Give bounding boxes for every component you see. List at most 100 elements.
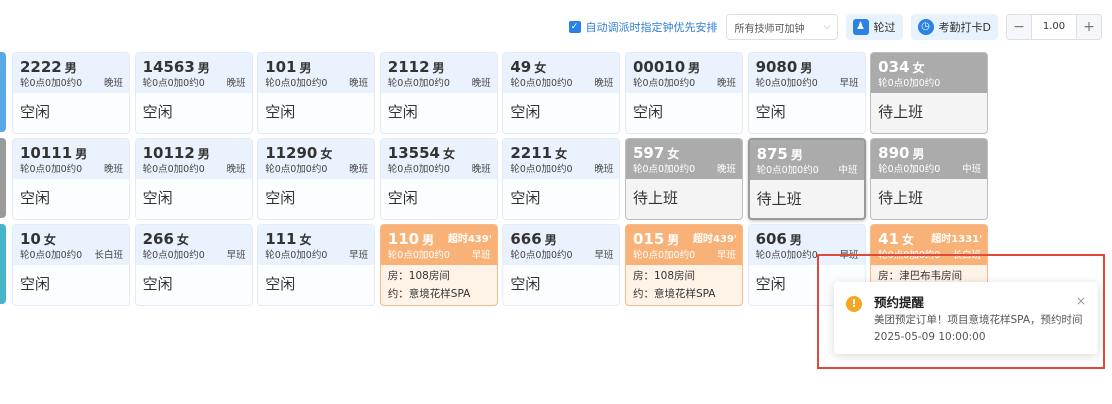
tech-card[interactable]: 11290 女轮0点0加0约0 晚班 空闲 — [257, 138, 376, 220]
tech-card-header: 13554 女轮0点0加0约0 晚班 — [380, 139, 497, 179]
tech-stats: 轮0点0加0约0 — [756, 165, 819, 176]
tech-gender: 男 — [197, 147, 210, 161]
tech-status: 空闲 — [510, 275, 541, 293]
tech-stats: 轮0点0加0约0 — [387, 250, 450, 261]
tech-gender: 女 — [555, 147, 568, 161]
tech-shift: 晚班 — [716, 78, 736, 89]
warning-icon: ! — [846, 296, 862, 312]
tech-card-header: 00010 男轮0点0加0约0 晚班 — [625, 53, 742, 93]
tech-card[interactable]: 266 女轮0点0加0约0 早班 空闲 — [134, 224, 253, 306]
tech-stats: 轮0点0加0约0 — [387, 78, 450, 89]
tech-card[interactable]: 034 女轮0点0加0约0 待上班 — [870, 52, 989, 134]
previous-column-card-edge[interactable] — [0, 138, 6, 218]
tech-number: 101 — [265, 58, 297, 76]
tech-card-header: 11290 女轮0点0加0约0 晚班 — [258, 139, 375, 179]
tech-card[interactable]: 10111 男轮0点0加0约0 晚班 空闲 — [12, 138, 130, 220]
tech-shift: 早班 — [349, 250, 369, 261]
tech-card[interactable]: 2222 男轮0点0加0约0 晚班空闲 — [12, 52, 130, 134]
tech-card[interactable]: 13554 女轮0点0加0约0 晚班 空闲 — [379, 138, 498, 220]
tech-stats: 轮0点0加0约0 — [387, 164, 450, 175]
tech-number: 597 — [632, 144, 665, 162]
tech-gender: 女 — [43, 233, 56, 247]
dispatch-board: ✓ 自动调派时指定钟优先安排 所有技师可加钟 ⌵ ♟ 轮过 ◷ 考勤打卡D − … — [0, 0, 1112, 404]
tech-card-header: 9080 男轮0点0加0约0 早班 — [748, 53, 865, 93]
overtime-badge: 超时1331' — [931, 234, 983, 245]
tech-gender: 男 — [299, 61, 312, 75]
appointment-notification[interactable]: ! 预约提醒 美团预定订单！项目意境花样SPA，预约时间2025-05-09 1… — [834, 282, 1098, 354]
tech-number: 49 — [510, 58, 532, 76]
auto-dispatch-checkbox[interactable]: ✓ — [568, 21, 581, 33]
auto-dispatch-label[interactable]: 自动调派时指定钟优先安排 — [586, 19, 718, 35]
tech-card[interactable]: 666 男轮0点0加0约0 早班 空闲 — [502, 224, 621, 306]
tech-shift: 早班 — [226, 250, 246, 261]
stepper-value[interactable]: 1.00 — [1031, 15, 1077, 39]
tech-number: 13554 — [387, 144, 440, 162]
tech-card[interactable]: 101 男轮0点0加0约0 晚班 空闲 — [257, 52, 376, 134]
stepper-minus-button[interactable]: − — [1007, 15, 1031, 39]
stepper-plus-button[interactable]: + — [1077, 15, 1101, 39]
skip-button[interactable]: ♟ 轮过 — [845, 14, 903, 40]
tech-shift: 中班 — [838, 165, 858, 176]
tech-gender: 男 — [667, 233, 680, 247]
previous-column-card-edge[interactable] — [0, 52, 6, 132]
tech-gender: 男 — [688, 61, 701, 75]
auto-dispatch-option[interactable]: ✓ 自动调派时指定钟优先安排 — [568, 19, 718, 35]
tech-gender: 男 — [422, 233, 435, 247]
user-skip-icon: ♟ — [852, 19, 869, 35]
tech-card-header: 101 男轮0点0加0约0 晚班 — [258, 53, 375, 93]
tech-card[interactable]: 2112 男轮0点0加0约0 晚班 空闲 — [379, 52, 498, 134]
tech-card-header: 49 女轮0点0加0约0 晚班 — [503, 53, 620, 93]
tech-room: 房：108房间 — [387, 270, 450, 282]
tech-card[interactable]: 110 男 超时439' 轮0点0加0约0 早班 房：108房间 约：意境花样SPA — [379, 224, 498, 306]
tech-card[interactable]: 875 男轮0点0加0约0 中班 待上班 — [747, 138, 866, 220]
tech-stats: 轮0点0加0约0 — [265, 250, 328, 261]
tech-gender: 女 — [176, 233, 189, 247]
tech-shift: 晚班 — [226, 164, 246, 175]
tech-status: 空闲 — [387, 189, 418, 207]
previous-column-card-edge[interactable] — [0, 224, 6, 304]
tech-card[interactable]: 14563 男轮0点0加0约0 晚班 空闲 — [134, 52, 253, 134]
tech-card[interactable]: 111 女轮0点0加0约0 早班 空闲 — [257, 224, 376, 306]
overtime-badge: 超时439' — [447, 234, 492, 245]
tech-card[interactable]: 10 女轮0点0加0约0 长白班 空闲 — [12, 224, 130, 306]
tech-shift: 中班 — [962, 164, 982, 175]
tech-card-header: 10 女轮0点0加0约0 长白班 — [13, 225, 129, 265]
tech-card[interactable]: 015 男 超时439' 轮0点0加0约0 早班 房：108房间 约：意境花样SPA — [624, 224, 743, 306]
bottom-toolbar-partial — [0, 397, 1112, 404]
tech-card[interactable]: 9080 男轮0点0加0约0 早班空闲 — [747, 52, 866, 134]
tech-gender: 女 — [534, 61, 547, 75]
tech-shift: 晚班 — [103, 164, 123, 175]
tech-card-header: 111 女轮0点0加0约0 早班 — [258, 225, 375, 265]
tech-card[interactable]: 00010 男轮0点0加0约0 晚班空闲 — [624, 52, 743, 134]
tech-card[interactable]: 890 男轮0点0加0约0 中班 待上班 — [870, 138, 989, 220]
tech-status: 空闲 — [265, 275, 296, 293]
tech-status: 待上班 — [878, 189, 924, 207]
tech-room: 房：108房间 — [632, 270, 696, 282]
tech-number: 2222 — [20, 58, 62, 76]
skip-label: 轮过 — [873, 21, 896, 34]
close-icon[interactable]: × — [1076, 294, 1086, 308]
tech-card[interactable]: 2211 女轮0点0加0约0 晚班 空闲 — [502, 138, 621, 220]
tech-status: 空闲 — [755, 103, 786, 121]
tech-filter-value: 所有技师可加钟 — [734, 23, 805, 35]
tech-status: 空闲 — [20, 103, 51, 121]
tech-status: 待上班 — [878, 103, 924, 121]
tech-number: 875 — [756, 145, 788, 163]
tech-status: 空闲 — [142, 103, 173, 121]
tech-stats: 轮0点0加0约0 — [755, 78, 818, 89]
tech-status: 空闲 — [510, 103, 541, 121]
tech-filter-select[interactable]: 所有技师可加钟 ⌵ — [725, 14, 838, 40]
tech-card-header: 2222 男轮0点0加0约0 晚班 — [13, 53, 129, 93]
tech-card-header: 10111 男轮0点0加0约0 晚班 — [13, 139, 129, 179]
notification-title: 预约提醒 — [874, 295, 925, 310]
tech-shift: 晚班 — [471, 164, 491, 175]
tech-number: 9080 — [755, 58, 798, 76]
tech-card[interactable]: 49 女轮0点0加0约0 晚班空闲 — [502, 52, 621, 134]
tech-status: 空闲 — [632, 103, 663, 121]
attendance-button[interactable]: ◷ 考勤打卡D — [910, 14, 998, 40]
tech-card[interactable]: 597 女轮0点0加0约0 晚班 待上班 — [624, 138, 743, 220]
tech-shift: 晚班 — [594, 78, 614, 89]
tech-card[interactable]: 10112 男轮0点0加0约0 晚班 空闲 — [134, 138, 253, 220]
tech-stats: 轮0点0加0约0 — [632, 164, 696, 175]
zoom-stepper[interactable]: − 1.00 + — [1006, 14, 1102, 40]
